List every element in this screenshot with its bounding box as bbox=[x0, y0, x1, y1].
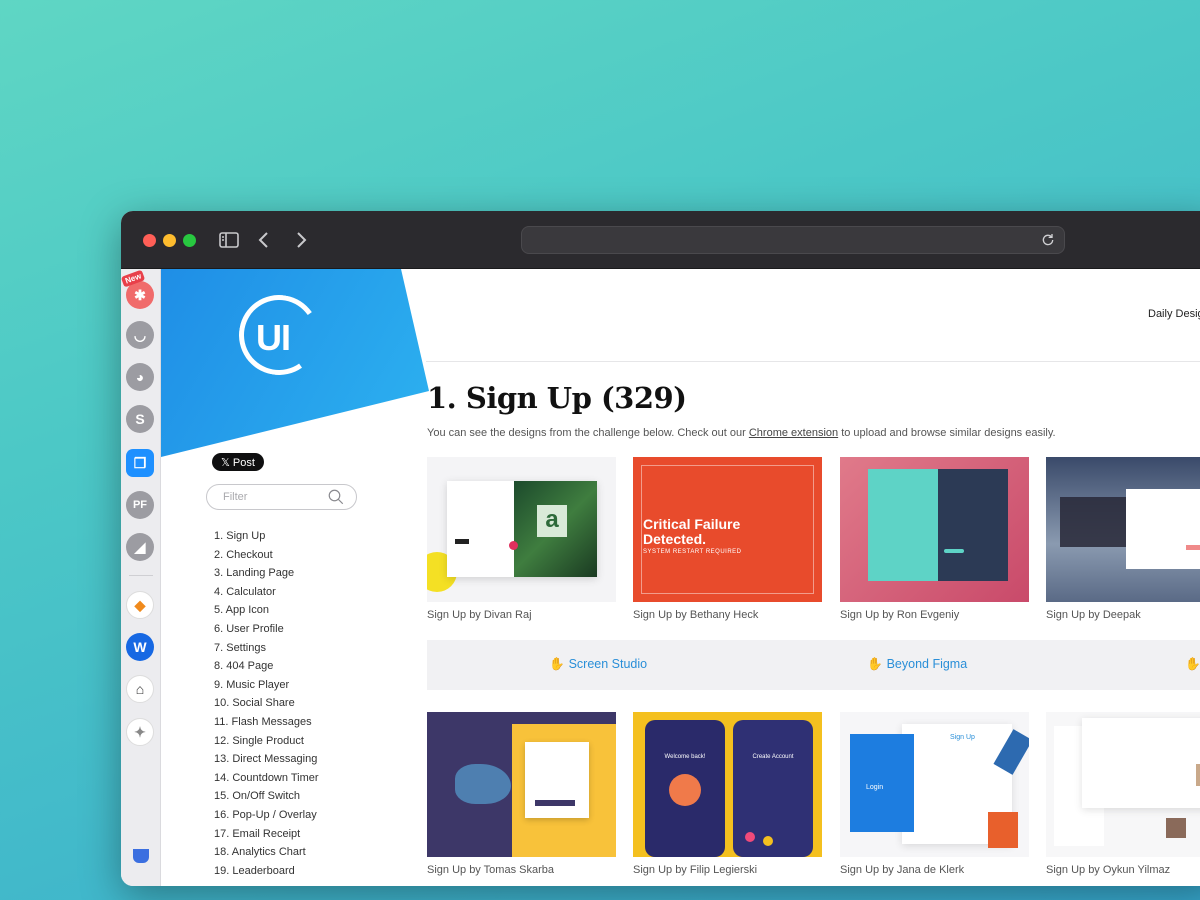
s-app-icon[interactable]: S bbox=[126, 405, 154, 433]
sponsor-more[interactable]: ✋ bbox=[1185, 657, 1200, 672]
category-item[interactable]: 9. Music Player bbox=[214, 676, 319, 695]
page-title: 1. Sign Up (329) bbox=[427, 381, 687, 415]
category-item[interactable]: 5. App Icon bbox=[214, 601, 319, 620]
dock-divider bbox=[129, 575, 153, 576]
category-item[interactable]: 11. Flash Messages bbox=[214, 713, 319, 732]
sponsor-beyond-figma[interactable]: ✋ Beyond Figma bbox=[867, 657, 967, 672]
design-caption[interactable]: Sign Up by Ron Evgeniy bbox=[840, 609, 1029, 621]
art-subtitle: Login bbox=[866, 784, 884, 791]
design-thumbnail[interactable]: a bbox=[427, 457, 616, 602]
category-item[interactable]: 2. Checkout bbox=[214, 546, 319, 565]
daily-design-link[interactable]: Daily Desig bbox=[1148, 308, 1200, 320]
design-thumbnail[interactable]: Welcome back! Create Account bbox=[633, 712, 822, 857]
hand-wave-icon: ✋ bbox=[1185, 657, 1200, 671]
design-thumbnail[interactable] bbox=[1046, 457, 1200, 602]
webflow-icon[interactable]: W bbox=[126, 633, 154, 661]
address-bar[interactable] bbox=[521, 226, 1065, 254]
pocket-icon[interactable]: ◡ bbox=[126, 321, 154, 349]
description-text-end: to upload and browse similar designs eas… bbox=[838, 427, 1056, 439]
robot-icon[interactable]: ⌂ bbox=[126, 675, 154, 703]
art-title: Critical Failure Detected. bbox=[643, 516, 741, 547]
palette-icon[interactable]: ◕ bbox=[126, 363, 154, 391]
sponsor-bar: ✋ Screen Studio ✋ Beyond Figma ✋ bbox=[427, 640, 1200, 690]
minimize-window-button[interactable] bbox=[163, 234, 176, 247]
category-item[interactable]: 12. Single Product bbox=[214, 732, 319, 751]
description-text: You can see the designs from the challen… bbox=[427, 427, 749, 439]
fish-icon[interactable]: ◆ bbox=[126, 591, 154, 619]
category-item[interactable]: 13. Direct Messaging bbox=[214, 750, 319, 769]
category-item[interactable]: 14. Countdown Timer bbox=[214, 769, 319, 788]
design-thumbnail[interactable]: Login Sign Up bbox=[840, 712, 1029, 857]
design-card[interactable]: a Sign Up by Divan Raj bbox=[427, 457, 616, 621]
close-window-button[interactable] bbox=[143, 234, 156, 247]
sidebar-toggle-icon[interactable] bbox=[217, 228, 241, 252]
title-bar bbox=[121, 211, 1200, 269]
category-item[interactable]: 17. Email Receipt bbox=[214, 825, 319, 844]
design-card[interactable]: Login Sign Up Sign Up by Jana de Klerk bbox=[840, 712, 1029, 876]
shield-icon[interactable] bbox=[133, 849, 149, 863]
browser-window: New ✱ ◡ ◕ S ❐ PF ◢ ◆ W ⌂ ✦ UI 𝕏 Post 1. … bbox=[121, 211, 1200, 886]
hand-wave-icon: ✋ bbox=[867, 657, 883, 671]
design-card[interactable]: Sign Up by Tomas Skarba bbox=[427, 712, 616, 876]
design-thumbnail[interactable] bbox=[1046, 712, 1200, 857]
design-caption[interactable]: Sign Up by Deepak bbox=[1046, 609, 1200, 621]
art-title: Welcome back! bbox=[664, 754, 706, 760]
art-title: Sign Up bbox=[950, 734, 975, 741]
design-caption[interactable]: Sign Up by Filip Legierski bbox=[633, 864, 822, 876]
design-thumbnail[interactable] bbox=[840, 457, 1029, 602]
sparkle-icon[interactable]: ✦ bbox=[126, 718, 154, 746]
page-description: You can see the designs from the challen… bbox=[427, 427, 1056, 439]
extension-dock: New ✱ ◡ ◕ S ❐ PF ◢ ◆ W ⌂ ✦ bbox=[121, 269, 161, 886]
design-card[interactable]: Sign Up by Deepak bbox=[1046, 457, 1200, 621]
reload-icon[interactable] bbox=[1040, 232, 1056, 248]
category-item[interactable]: 6. User Profile bbox=[214, 620, 319, 639]
x-post-button[interactable]: 𝕏 Post bbox=[212, 453, 264, 471]
category-item[interactable]: 10. Social Share bbox=[214, 694, 319, 713]
maximize-window-button[interactable] bbox=[183, 234, 196, 247]
design-card[interactable]: Welcome back! Create Account Sign Up by … bbox=[633, 712, 822, 876]
category-item[interactable]: 15. On/Off Switch bbox=[214, 787, 319, 806]
art-subtitle: SYSTEM RESTART REQUIRED bbox=[643, 549, 742, 555]
design-caption[interactable]: Sign Up by Divan Raj bbox=[427, 609, 616, 621]
design-caption[interactable]: Sign Up by Oykun Yilmaz bbox=[1046, 864, 1200, 876]
logo-banner[interactable]: UI bbox=[161, 269, 429, 457]
category-item[interactable]: 1. Sign Up bbox=[214, 527, 319, 546]
back-icon[interactable] bbox=[252, 228, 276, 252]
sponsor-label: Beyond Figma bbox=[886, 657, 968, 671]
forward-icon[interactable] bbox=[289, 228, 313, 252]
design-thumbnail[interactable] bbox=[427, 712, 616, 857]
design-card[interactable]: Sign Up by Oykun Yilmaz bbox=[1046, 712, 1200, 876]
design-caption[interactable]: Sign Up by Jana de Klerk bbox=[840, 864, 1029, 876]
category-item[interactable]: 8. 404 Page bbox=[214, 657, 319, 676]
category-item[interactable]: 7. Settings bbox=[214, 639, 319, 658]
search-icon[interactable] bbox=[327, 488, 345, 506]
sponsor-label: Screen Studio bbox=[568, 657, 648, 671]
art-subtitle: Create Account bbox=[752, 754, 794, 760]
copy-app-icon[interactable]: ❐ bbox=[126, 449, 154, 477]
design-thumbnail[interactable]: Critical Failure Detected. SYSTEM RESTAR… bbox=[633, 457, 822, 602]
category-item[interactable]: 3. Landing Page bbox=[214, 564, 319, 583]
chrome-extension-link[interactable]: Chrome extension bbox=[749, 427, 838, 439]
category-list: 1. Sign Up 2. Checkout 3. Landing Page 4… bbox=[214, 527, 319, 880]
category-item[interactable]: 18. Analytics Chart bbox=[214, 843, 319, 862]
hand-wave-icon: ✋ bbox=[549, 657, 565, 671]
category-item[interactable]: 4. Calculator bbox=[214, 583, 319, 602]
design-caption[interactable]: Sign Up by Bethany Heck bbox=[633, 609, 822, 621]
logo-text: UI bbox=[256, 317, 291, 358]
category-item[interactable]: 16. Pop-Up / Overlay bbox=[214, 806, 319, 825]
design-caption[interactable]: Sign Up by Tomas Skarba bbox=[427, 864, 616, 876]
design-card[interactable]: Critical Failure Detected. SYSTEM RESTAR… bbox=[633, 457, 822, 621]
mountain-icon[interactable]: ◢ bbox=[126, 533, 154, 561]
category-item[interactable]: 19. Leaderboard bbox=[214, 862, 319, 881]
page-content: UI 𝕏 Post 1. Sign Up 2. Checkout 3. Land… bbox=[161, 269, 1200, 886]
header-divider bbox=[426, 361, 1200, 362]
design-card[interactable]: Sign Up by Ron Evgeniy bbox=[840, 457, 1029, 621]
sponsor-screen-studio[interactable]: ✋ Screen Studio bbox=[549, 657, 647, 672]
pf-app-icon[interactable]: PF bbox=[126, 491, 154, 519]
